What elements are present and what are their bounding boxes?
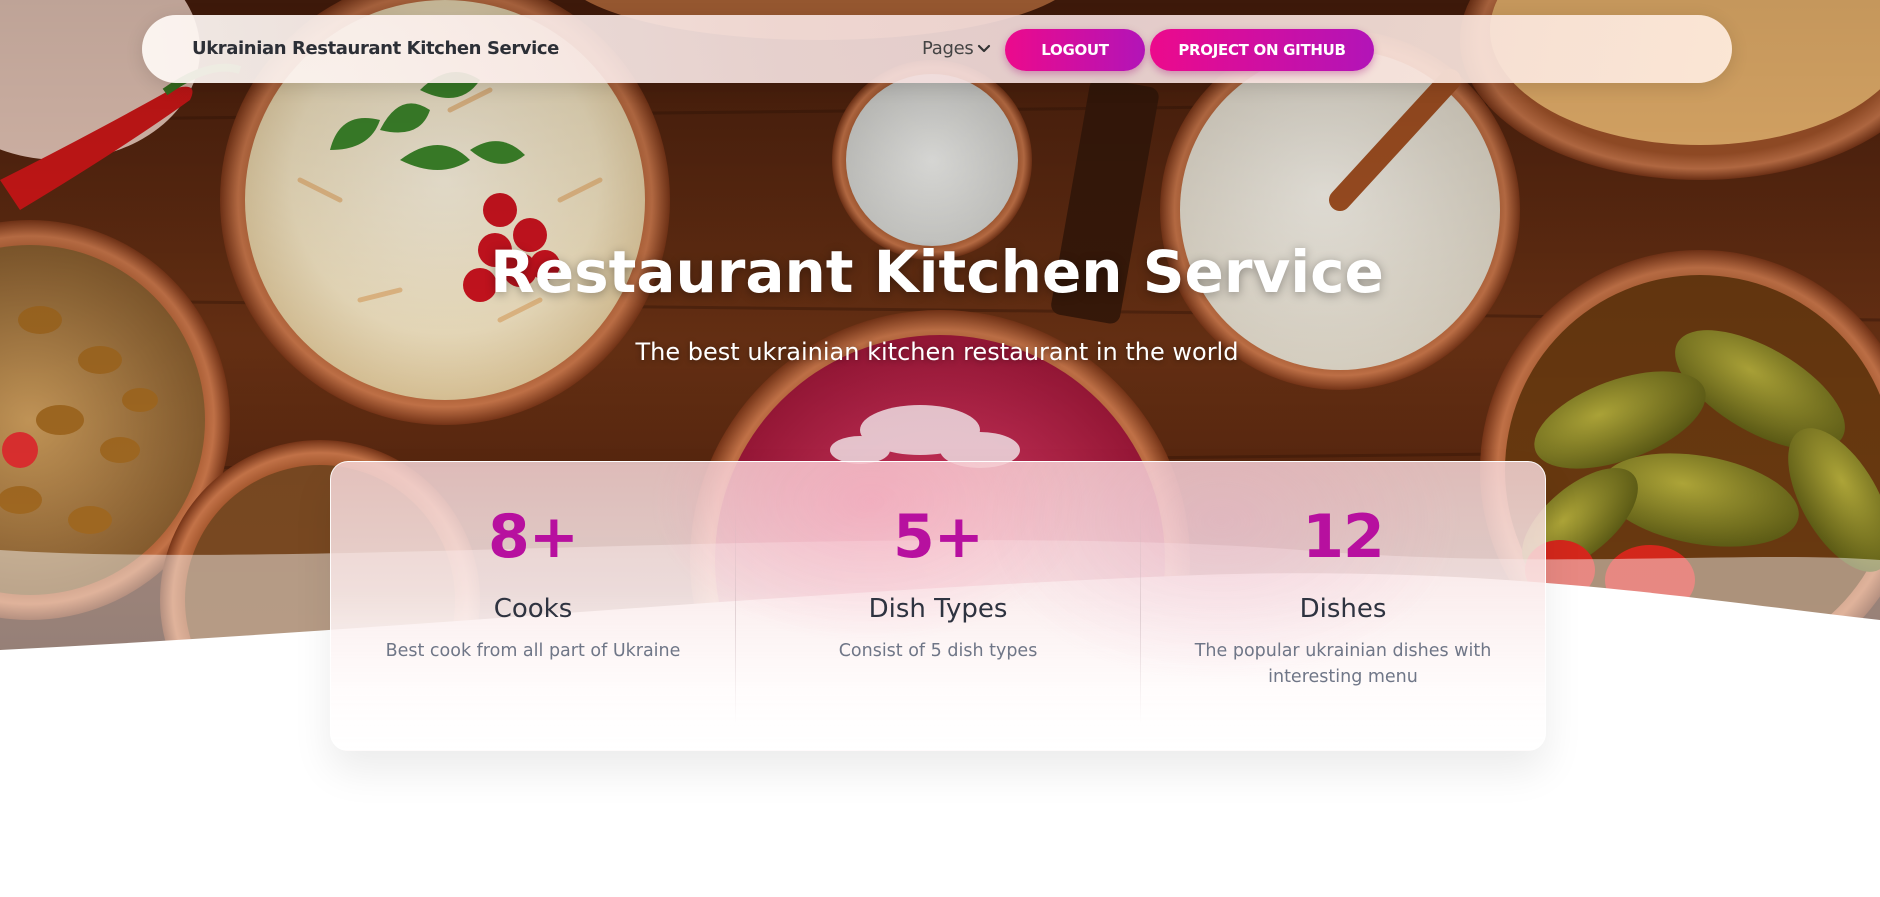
stat-description: Best cook from all part of Ukraine bbox=[385, 641, 681, 661]
stat-cooks: 8+ Cooks Best cook from all part of Ukra… bbox=[331, 462, 735, 750]
stat-label: Dishes bbox=[1299, 594, 1387, 624]
stat-value: 8+ bbox=[487, 502, 579, 572]
stat-dish-types: 5+ Dish Types Consist of 5 dish types bbox=[736, 462, 1140, 750]
hero-subtitle: The best ukrainian kitchen restaurant in… bbox=[635, 338, 1239, 366]
chevron-down-icon bbox=[977, 15, 991, 83]
top-navbar: Ukrainian Restaurant Kitchen Service Pag… bbox=[142, 15, 1732, 83]
pages-dropdown[interactable]: Pages bbox=[922, 15, 991, 83]
logout-button[interactable]: LOGOUT bbox=[1005, 29, 1145, 71]
stat-dishes: 12 Dishes The popular ukrainian dishes w… bbox=[1141, 462, 1545, 750]
stat-value: 5+ bbox=[892, 502, 984, 572]
brand-link[interactable]: Ukrainian Restaurant Kitchen Service bbox=[192, 15, 559, 83]
stat-label: Dish Types bbox=[868, 594, 1008, 624]
stat-value: 12 bbox=[1302, 502, 1385, 572]
stat-label: Cooks bbox=[493, 594, 573, 624]
pages-dropdown-label: Pages bbox=[922, 38, 974, 59]
github-project-button[interactable]: PROJECT ON GITHUB bbox=[1150, 29, 1374, 71]
stat-description: The popular ukrainian dishes with intere… bbox=[1194, 641, 1492, 687]
stats-card: 8+ Cooks Best cook from all part of Ukra… bbox=[330, 461, 1546, 751]
hero-title: Restaurant Kitchen Service bbox=[490, 238, 1384, 306]
stat-description: Consist of 5 dish types bbox=[838, 641, 1038, 661]
